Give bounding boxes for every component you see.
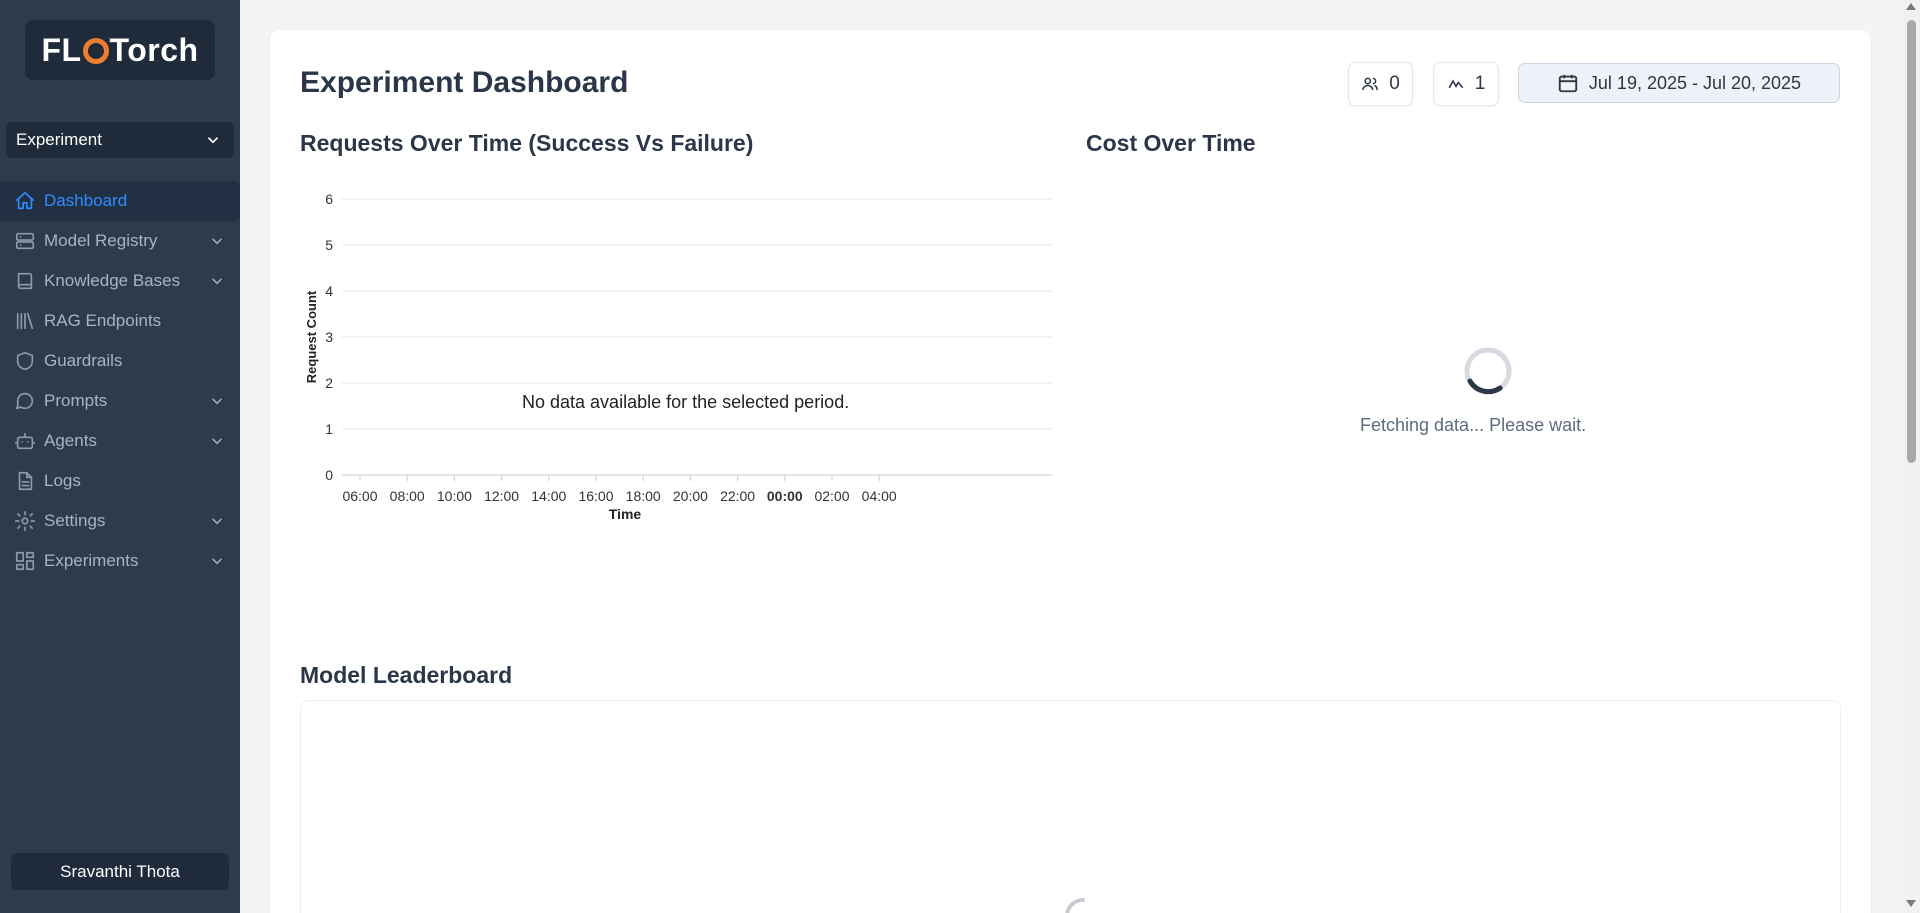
x-tick-label: 02:00	[814, 488, 849, 504]
sidebar-item-label: Agents	[44, 431, 97, 450]
date-range-picker[interactable]: Jul 19, 2025 - Jul 20, 2025	[1518, 63, 1840, 103]
model-leaderboard-panel	[300, 700, 1841, 913]
chevron-down-icon[interactable]	[208, 272, 226, 290]
activity-count-button[interactable]: 1	[1433, 62, 1499, 106]
sidebar-item-label: Experiments	[44, 551, 139, 570]
sidebar-item-label: Prompts	[44, 391, 108, 410]
sidebar-item-dashboard[interactable]: Dashboard	[0, 181, 240, 221]
leaderboard-title: Model Leaderboard	[300, 662, 513, 688]
date-range-text: Jul 19, 2025 - Jul 20, 2025	[1588, 72, 1802, 93]
bot-icon	[14, 430, 36, 452]
y-tick-label: 1	[325, 421, 333, 437]
activity-icon	[1448, 79, 1464, 89]
sidebar-item-settings[interactable]: Settings	[0, 501, 240, 541]
y-tick-label: 3	[325, 329, 333, 345]
y-tick-label: 0	[325, 467, 333, 483]
sidebar-item-rag-endpoints[interactable]: RAG Endpoints	[0, 301, 240, 341]
gear-icon	[14, 510, 36, 532]
cost-chart-title: Cost Over Time	[1086, 130, 1256, 156]
home-icon	[14, 190, 36, 212]
sidebar-nav: Dashboard Model Registry Knowledge Bases RA…	[0, 181, 240, 581]
x-tick-label: 00:00	[767, 488, 803, 504]
requests-chart: 0 1 2 3 4 5 6 06:00 08:00 10:00 12:00 14:00 16:00 18:…	[304, 191, 1052, 522]
y-tick-label: 6	[325, 191, 333, 207]
chevron-down-icon[interactable]	[208, 392, 226, 410]
sidebar-item-label: Model Registry	[44, 231, 158, 250]
sidebar-item-label: Settings	[44, 511, 106, 530]
sidebar: FL Torch Experiment Dashboard Model Regist…	[0, 0, 240, 913]
x-tick-label: 20:00	[673, 488, 708, 504]
x-tick-label: 04:00	[862, 488, 897, 504]
workspace-select-value: Experiment	[16, 130, 102, 149]
y-tick-label: 5	[325, 237, 333, 253]
sidebar-item-label: Knowledge Bases	[44, 271, 181, 290]
sidebar-item-label: RAG Endpoints	[44, 311, 162, 330]
x-tick-label: 12:00	[484, 488, 519, 504]
library-icon	[14, 310, 36, 332]
workspace-select[interactable]: Experiment	[6, 122, 234, 158]
x-tick-label: 08:00	[390, 488, 425, 504]
chevron-down-icon[interactable]	[208, 232, 226, 250]
sidebar-item-model-registry[interactable]: Model Registry	[0, 221, 240, 261]
sidebar-item-knowledge-bases[interactable]: Knowledge Bases	[0, 261, 240, 301]
logo-ring-icon	[82, 38, 109, 64]
x-tick-label: 16:00	[578, 488, 613, 504]
loading-spinner-icon	[1464, 347, 1512, 395]
users-count: 0	[1389, 73, 1400, 94]
x-tick-label: 06:00	[342, 488, 377, 504]
sidebar-item-label: Guardrails	[44, 351, 123, 370]
y-tick-label: 4	[325, 283, 333, 299]
chevron-down-icon[interactable]	[208, 552, 226, 570]
logo-suffix: Torch	[109, 31, 199, 68]
sidebar-item-experiments[interactable]: Experiments	[0, 541, 240, 581]
chevron-down-icon[interactable]	[208, 512, 226, 530]
message-icon	[14, 390, 36, 412]
book-icon	[14, 270, 36, 292]
x-tick-label: 18:00	[626, 488, 661, 504]
user-name: Sravanthi Thota	[60, 861, 180, 881]
user-menu-button[interactable]: Sravanthi Thota	[11, 853, 229, 890]
requests-chart-title: Requests Over Time (Success Vs Failure)	[300, 130, 754, 156]
scroll-thumb[interactable]	[1907, 20, 1916, 463]
scroll-down-icon[interactable]	[1906, 900, 1916, 907]
grid-icon	[14, 550, 36, 572]
sidebar-item-label: Dashboard	[44, 191, 128, 210]
sidebar-item-guardrails[interactable]: Guardrails	[0, 341, 240, 381]
file-text-icon	[14, 470, 36, 492]
dashboard-card: Experiment Dashboard 0 1 Jul 19, 2025 - …	[270, 30, 1871, 913]
page-scrollbar[interactable]	[1903, 0, 1920, 913]
x-tick-label: 22:00	[720, 488, 755, 504]
x-tick-label: 14:00	[531, 488, 566, 504]
scroll-up-icon[interactable]	[1906, 3, 1916, 10]
flotorch-logo[interactable]: FL Torch	[25, 20, 215, 80]
page-title: Experiment Dashboard	[300, 66, 629, 99]
x-axis-label: Time	[609, 506, 642, 522]
logo-prefix: FL	[41, 31, 82, 68]
users-icon	[1362, 77, 1379, 91]
chevron-down-icon	[207, 137, 219, 144]
leaderboard-spinner-icon	[1065, 898, 1085, 913]
sidebar-item-label: Logs	[44, 471, 81, 490]
sidebar-item-agents[interactable]: Agents	[0, 421, 240, 461]
sidebar-item-prompts[interactable]: Prompts	[0, 381, 240, 421]
shield-icon	[14, 350, 36, 372]
x-tick-label: 10:00	[437, 488, 472, 504]
y-axis-label: Request Count	[304, 290, 319, 383]
users-count-button[interactable]: 0	[1348, 62, 1413, 106]
y-tick-label: 2	[325, 375, 333, 391]
activity-count: 1	[1474, 73, 1486, 94]
server-icon	[14, 230, 36, 252]
sidebar-item-logs[interactable]: Logs	[0, 461, 240, 501]
cost-loading-message: Fetching data... Please wait.	[1360, 415, 1587, 435]
chevron-down-icon[interactable]	[208, 432, 226, 450]
calendar-icon	[1558, 74, 1578, 93]
no-data-message: No data available for the selected perio…	[522, 392, 850, 412]
